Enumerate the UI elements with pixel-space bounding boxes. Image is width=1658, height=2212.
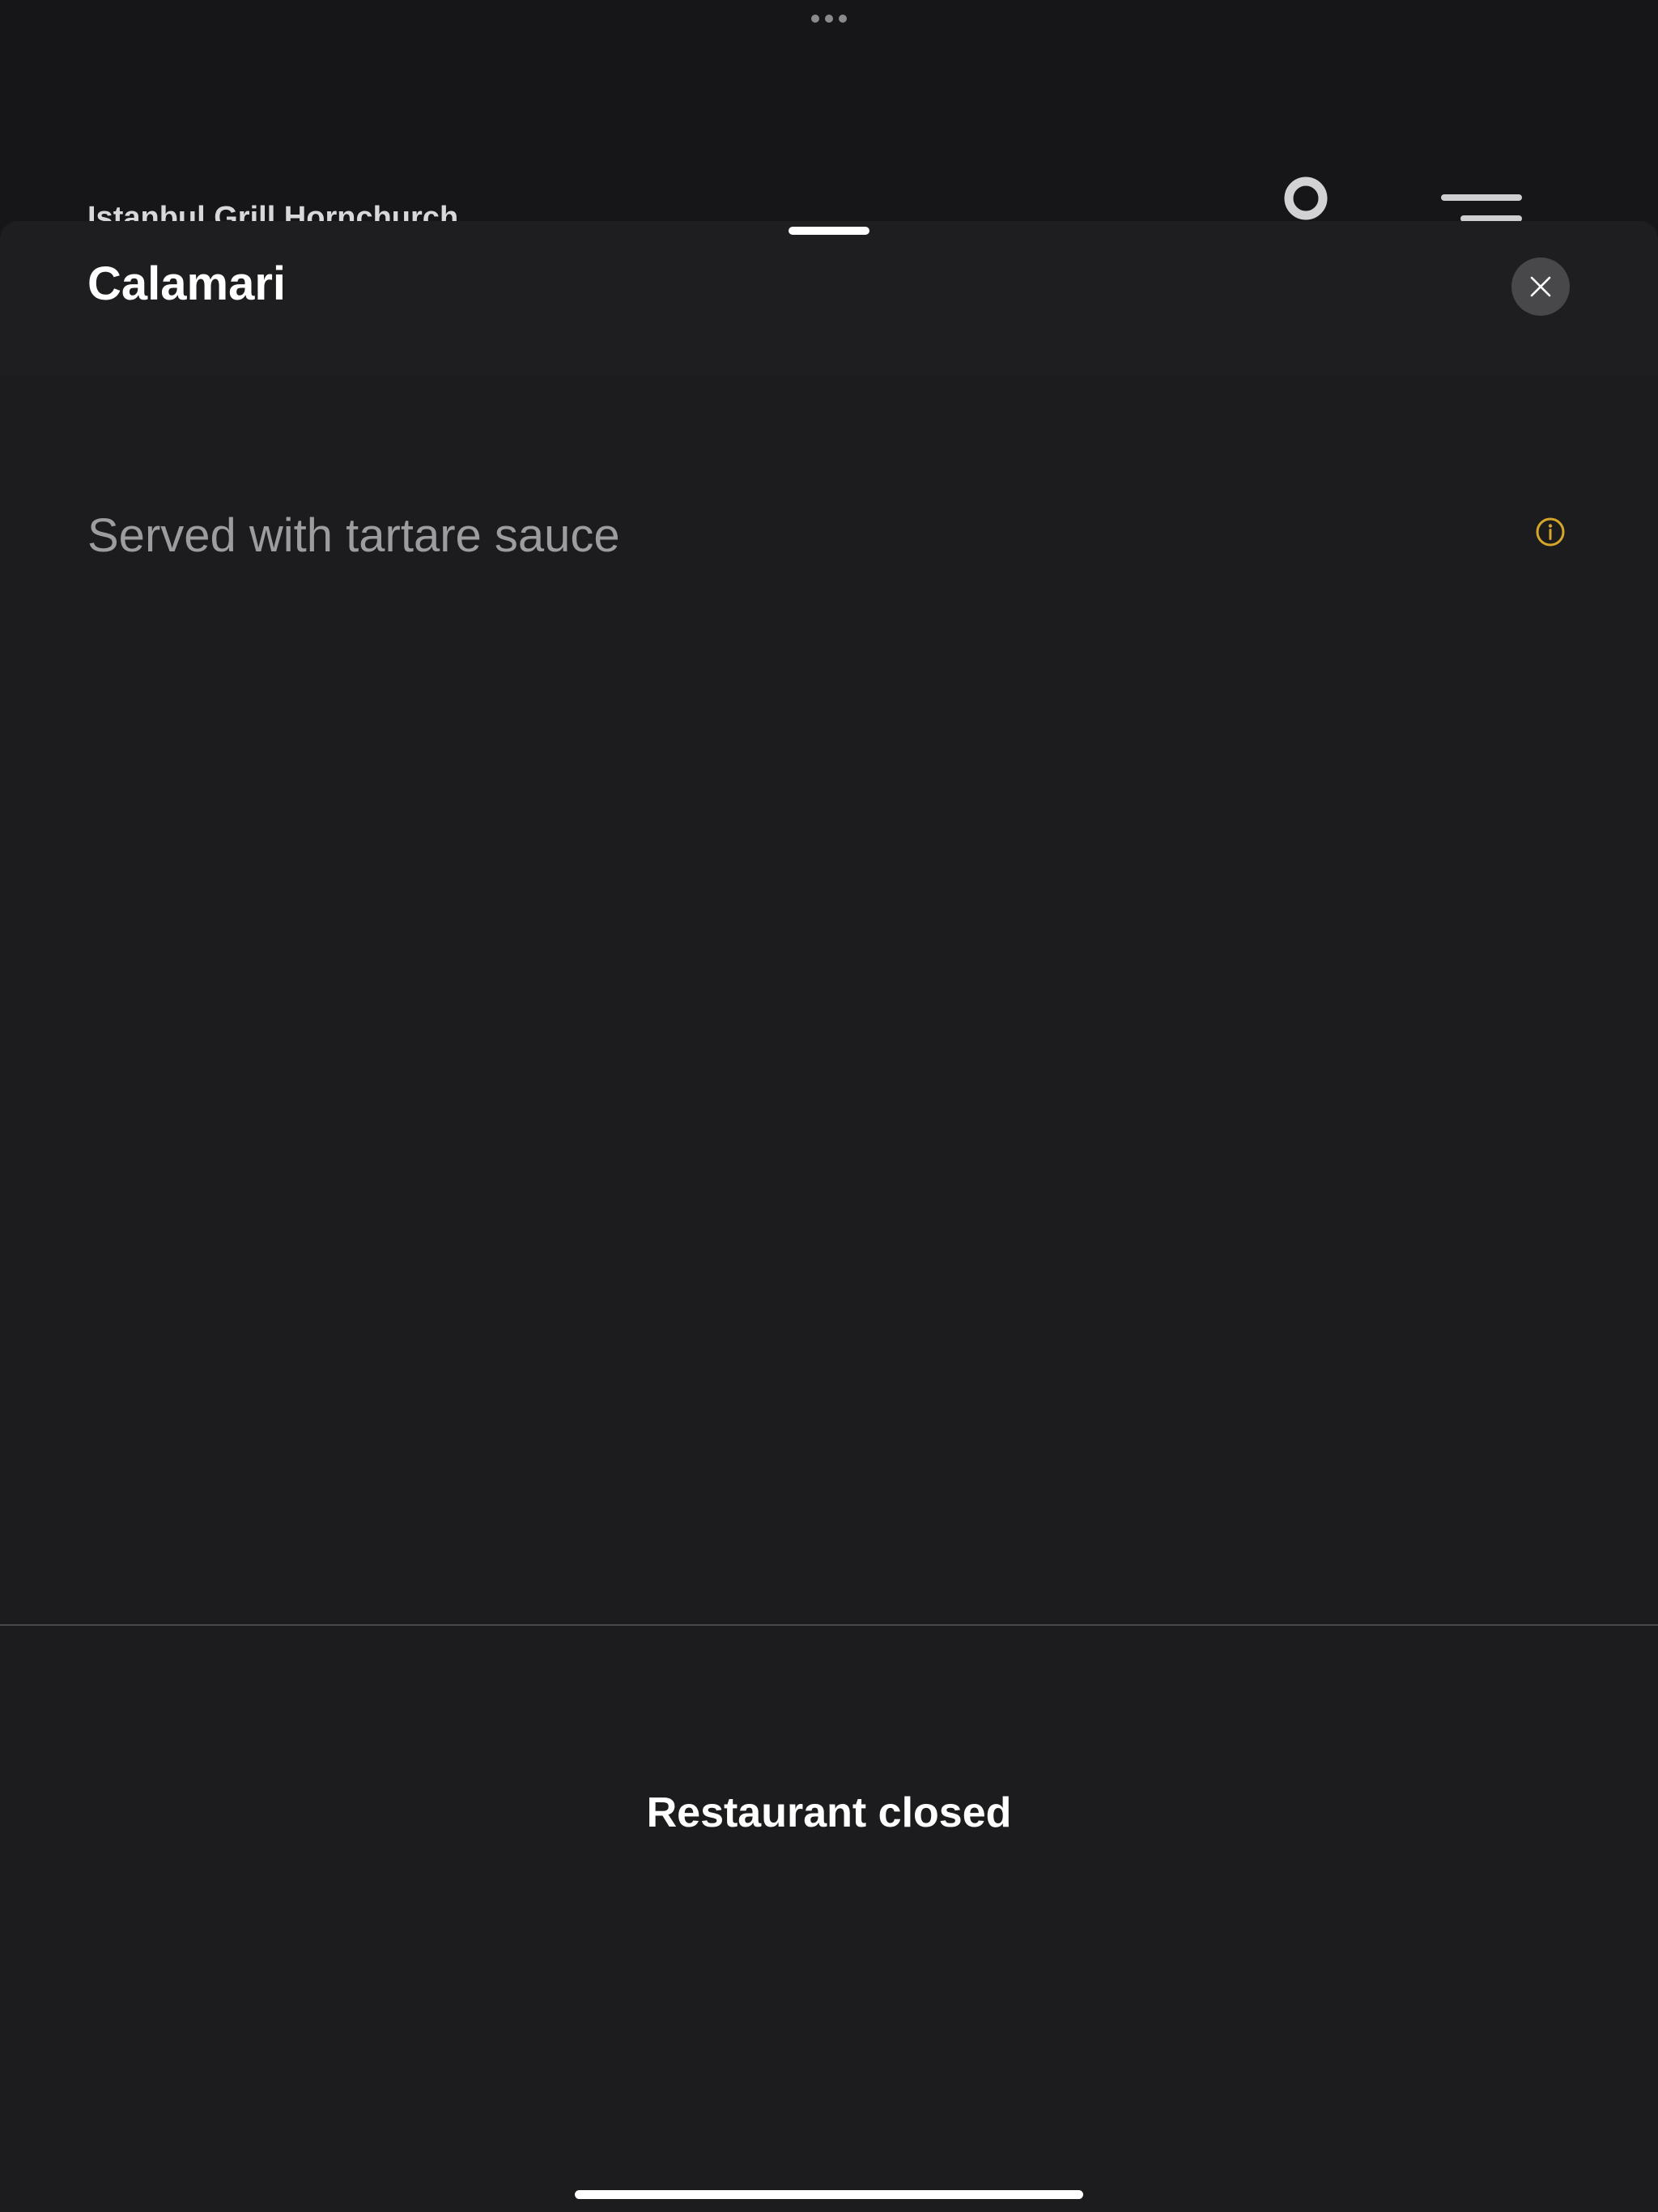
close-icon <box>1530 276 1551 297</box>
home-indicator[interactable] <box>575 2190 1083 2199</box>
close-button[interactable] <box>1511 257 1570 316</box>
footer-bar: Restaurant closed <box>0 1626 1658 1991</box>
sheet-grabber[interactable] <box>789 227 869 235</box>
user-icon[interactable] <box>1284 177 1328 220</box>
app-screen: Istanbul Grill Hornchurch Calamari Serve… <box>0 0 1658 2212</box>
restaurant-status: Restaurant closed <box>646 1789 1012 1836</box>
info-icon[interactable] <box>1535 517 1566 547</box>
sheet-header: Calamari <box>0 221 1658 375</box>
item-description: Served with tartare sauce <box>87 509 620 562</box>
item-title: Calamari <box>87 257 287 310</box>
background-page-header: Istanbul Grill Hornchurch <box>0 0 1658 243</box>
